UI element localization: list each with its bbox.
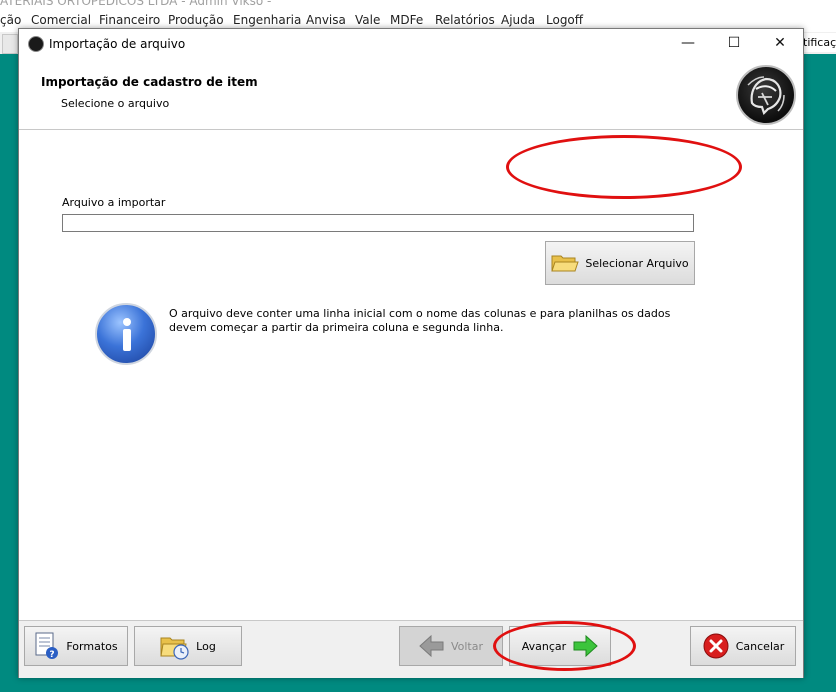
background-window-title: ATERIAIS ORTOPÉDICOS LTDA - Admin Vikso … <box>0 0 836 8</box>
menu-item-cao[interactable]: ção <box>0 13 21 27</box>
info-icon <box>95 303 157 365</box>
avancar-button-label: Avançar <box>521 639 567 653</box>
cancelar-button[interactable]: Cancelar <box>690 626 796 666</box>
select-file-button-label: Selecionar Arquivo <box>585 256 689 270</box>
folder-open-icon <box>551 255 580 272</box>
menu-item-ajuda[interactable]: Ajuda <box>501 13 535 27</box>
background-toolbar-button[interactable] <box>2 34 18 54</box>
arrow-right-icon <box>573 634 598 658</box>
helmet-logo-icon <box>28 36 44 52</box>
voltar-button[interactable]: Voltar <box>399 626 503 666</box>
menu-item-vale[interactable]: Vale <box>355 13 380 27</box>
helmet-logo-icon <box>736 65 796 125</box>
menu-item-relatorios[interactable]: Relatórios <box>435 13 495 27</box>
menu-item-engenharia[interactable]: Engenharia <box>233 13 301 27</box>
background-window-title-text: ATERIAIS ORTOPÉDICOS LTDA - Admin Vikso … <box>0 0 272 8</box>
folder-clock-icon <box>160 637 189 660</box>
maximize-button[interactable]: ☐ <box>711 29 757 59</box>
file-path-input[interactable] <box>62 214 694 232</box>
menu-item-producao[interactable]: Produção <box>168 13 224 27</box>
info-icon-bar <box>123 329 131 351</box>
formatos-button[interactable]: ? Formatos <box>24 626 128 666</box>
log-button[interactable]: Log <box>134 626 242 666</box>
voltar-button-label: Voltar <box>450 639 484 653</box>
minimize-button[interactable]: — <box>665 29 711 59</box>
menu-item-anvisa[interactable]: Anvisa <box>306 13 346 27</box>
menu-item-financeiro[interactable]: Financeiro <box>99 13 160 27</box>
avancar-button[interactable]: Avançar <box>509 626 611 666</box>
info-icon-dot <box>123 318 131 326</box>
info-message: O arquivo deve conter uma linha inicial … <box>169 307 671 334</box>
menu-item-mdfe[interactable]: MDFe <box>390 13 423 27</box>
helmet-logo-graphic <box>747 76 785 116</box>
svg-text:?: ? <box>50 650 55 660</box>
cancel-x-icon <box>703 633 729 659</box>
wizard-footer: ? Formatos Log Voltar Avançar Cancelar <box>19 620 803 678</box>
file-field-label: Arquivo a importar <box>62 196 166 209</box>
select-file-button[interactable]: Selecionar Arquivo <box>545 241 695 285</box>
wizard-content: Arquivo a importar Selecionar Arquivo O … <box>19 130 803 620</box>
dialog-titlebar[interactable]: Importação de arquivo — ☐ ✕ <box>19 29 803 59</box>
wizard-subtitle: Selecione o arquivo <box>61 97 170 110</box>
menu-item-comercial[interactable]: Comercial <box>31 13 91 27</box>
wizard-title: Importação de cadastro de item <box>41 75 258 89</box>
menu-item-logoff[interactable]: Logoff <box>546 13 583 27</box>
dialog-title: Importação de arquivo <box>49 37 186 51</box>
background-toolbar-tab[interactable]: tificaçõ <box>802 33 836 52</box>
cancelar-button-label: Cancelar <box>735 639 785 653</box>
import-dialog: Importação de arquivo — ☐ ✕ Importação d… <box>18 28 804 678</box>
wizard-header: Importação de cadastro de item Selecione… <box>19 59 803 130</box>
document-help-icon: ? <box>35 632 59 660</box>
arrow-left-icon <box>419 634 444 658</box>
close-button[interactable]: ✕ <box>757 29 803 59</box>
log-button-label: Log <box>196 639 216 653</box>
formatos-button-label: Formatos <box>66 639 118 653</box>
